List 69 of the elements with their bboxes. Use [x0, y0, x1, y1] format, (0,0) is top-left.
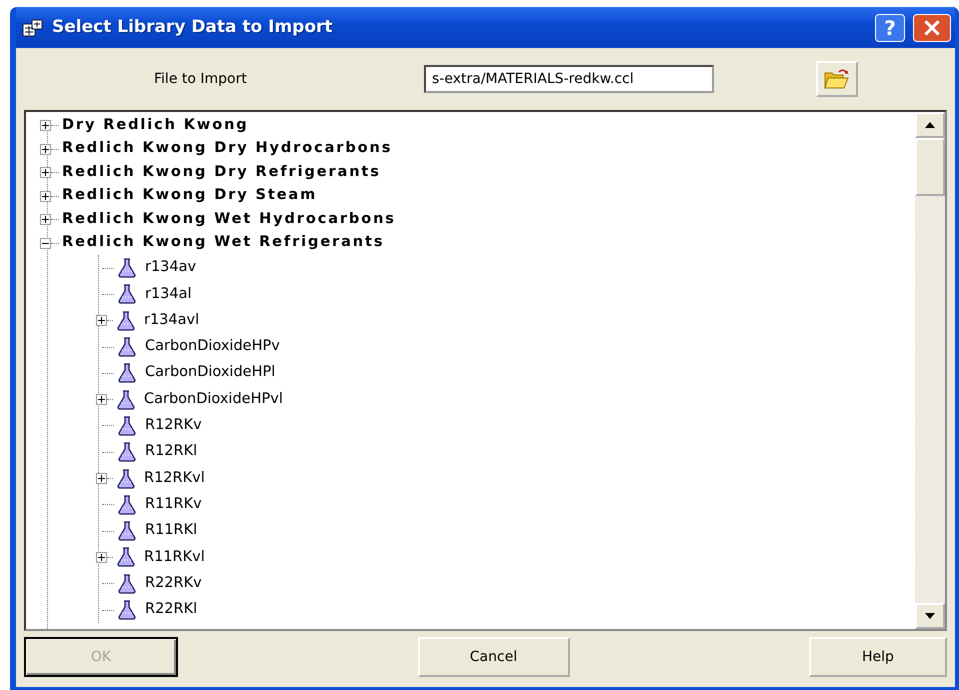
tree-item-label[interactable]: R12RKl: [145, 441, 198, 464]
scrollbar[interactable]: [915, 112, 945, 629]
help-button[interactable]: ?: [875, 14, 905, 42]
flask-icon: [116, 390, 136, 410]
tree-item-label[interactable]: R11RKl: [145, 520, 198, 542]
dialog-button[interactable]: Help: [809, 637, 947, 677]
flask-icon: [116, 310, 136, 331]
expand-toggle[interactable]: [40, 144, 51, 155]
tree-group-label[interactable]: Redlich Kwong Dry Refrigerants: [62, 162, 381, 184]
tree-item-label[interactable]: r134al: [145, 284, 192, 306]
expand-toggle[interactable]: [96, 394, 107, 406]
flask-icon: [117, 284, 137, 304]
tree-group-label[interactable]: Dry Redlich Kwong: [62, 114, 249, 137]
window-title: Select Library Data to Import: [52, 16, 334, 39]
tree-item-label[interactable]: R12RKvl: [144, 468, 205, 490]
scroll-down-button[interactable]: [915, 603, 945, 629]
flask-icon: [117, 416, 137, 436]
flask-icon: [117, 442, 137, 462]
flask-icon: [117, 494, 137, 515]
plus-icon: [42, 192, 49, 200]
tree-group-label[interactable]: Redlich Kwong Wet Hydrocarbons: [62, 208, 396, 231]
flask-icon: [117, 574, 137, 594]
plus-icon: [42, 169, 49, 176]
tree-item-label[interactable]: CarbonDioxideHPvl: [144, 388, 283, 410]
window-icon: [22, 18, 44, 36]
expand-toggle[interactable]: [40, 190, 51, 202]
open-folder-icon: [824, 68, 850, 90]
tree-item-label[interactable]: R12RKv: [145, 415, 202, 437]
plus-icon: [98, 396, 105, 404]
plus-icon: [98, 317, 105, 324]
tree-group-label[interactable]: Redlich Kwong Wet Refrigerants: [62, 232, 384, 254]
scroll-thumb[interactable]: [915, 138, 945, 196]
tree-item-label[interactable]: r134avl: [144, 310, 200, 332]
tree-item-label[interactable]: R11RKvl: [144, 546, 205, 568]
expand-toggle[interactable]: [96, 315, 107, 326]
plus-icon: [98, 475, 105, 482]
plus-icon: [98, 554, 105, 561]
expand-toggle[interactable]: [40, 238, 51, 249]
plus-icon: [42, 122, 49, 130]
flask-icon: [117, 337, 137, 358]
flask-icon: [117, 600, 137, 620]
browse-button[interactable]: [816, 61, 858, 97]
down-arrow-icon: [925, 613, 935, 619]
expand-toggle[interactable]: [96, 473, 107, 484]
tree-item-label[interactable]: R11RKv: [145, 494, 202, 516]
tree-item-label[interactable]: R22RKv: [145, 572, 202, 595]
flask-icon: [117, 258, 137, 278]
flask-icon: [117, 521, 137, 542]
flask-icon: [116, 468, 136, 489]
close-button[interactable]: ×: [913, 14, 951, 42]
scroll-up-button[interactable]: [915, 112, 945, 138]
flask-icon: [116, 547, 136, 568]
expand-toggle[interactable]: [96, 552, 107, 563]
expand-toggle[interactable]: [40, 167, 51, 178]
up-arrow-icon: [925, 122, 935, 128]
plus-icon: [42, 146, 49, 153]
tree-item-label[interactable]: r134av: [145, 257, 196, 280]
tree-group-label[interactable]: Redlich Kwong Dry Hydrocarbons: [62, 138, 392, 160]
plus-icon: [42, 216, 49, 224]
tree-item-label[interactable]: CarbonDioxideHPv: [145, 336, 280, 358]
file-path-field[interactable]: s-extra/MATERIALS-redkw.ccl: [424, 65, 714, 93]
dialog-button[interactable]: Cancel: [418, 637, 570, 677]
field-label: File to Import: [153, 70, 248, 88]
flask-icon: [117, 363, 137, 384]
tree-item-label[interactable]: R22RKl: [145, 599, 198, 621]
expand-toggle[interactable]: [40, 214, 51, 226]
expand-toggle[interactable]: [40, 120, 51, 132]
tree-group-label[interactable]: Redlich Kwong Dry Steam: [62, 185, 318, 208]
tree-item-label[interactable]: CarbonDioxideHPl: [145, 362, 276, 384]
